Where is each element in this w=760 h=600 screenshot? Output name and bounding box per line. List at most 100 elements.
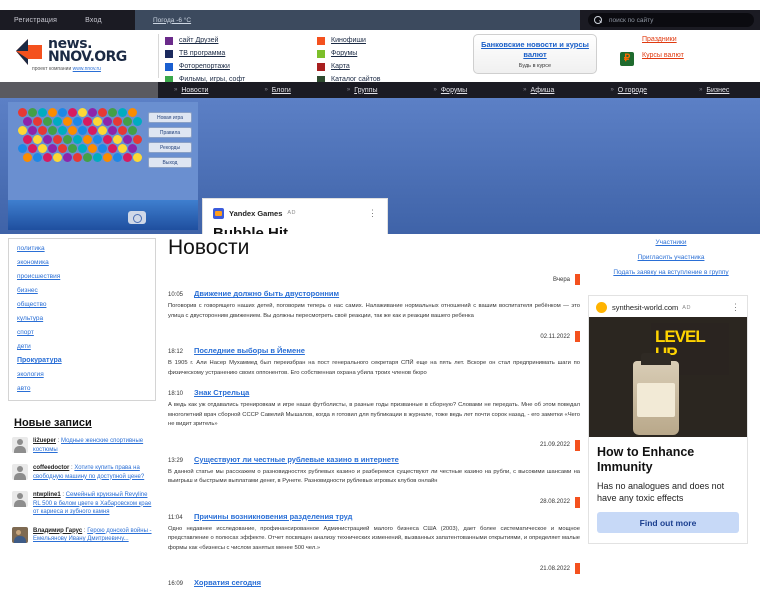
ad-brand: synthesit-world.com [612,303,679,312]
news-date-row: 21.09.2022 [168,439,580,451]
category-ecology[interactable]: экология [17,371,147,378]
nav-item-about-city[interactable]: » О городе [604,87,653,94]
quicklink-forums[interactable]: Форумы [317,47,467,60]
game-preview[interactable]: Новая игра Правила Рекорды Выход [8,102,198,230]
main-navigation: » Новости » Блоги » Группы » Форумы » Аф… [0,82,760,98]
nav-label[interactable]: Афиша [531,87,555,94]
list-item[interactable]: Владимир Гарус : Герою донской войны - Е… [8,526,156,544]
nav-label[interactable]: Блоги [272,87,291,94]
logo-subtitle-link[interactable]: www.nnov.ru [73,66,101,72]
record-text: li2ueper : Модные женские спортивные кос… [33,437,156,454]
record-author[interactable]: li2ueper [33,438,56,444]
news-time: 18:10 [168,391,184,397]
participants-link[interactable]: Участники [588,238,754,247]
ad-label: AD [682,304,691,311]
category-list: политика экономика происшествия бизнес о… [8,238,156,401]
ad-cta-button[interactable]: Find out more [597,512,739,533]
quicklink-cinema[interactable]: Кинофиши [317,34,467,47]
news-date: 21.08.2022 [539,565,570,572]
kebab-menu-icon[interactable]: ⋮ [731,302,740,313]
nav-label[interactable]: Форумы [441,87,467,94]
category-economics[interactable]: экономика [17,259,147,266]
quicklink-map[interactable]: Карта [317,60,467,73]
list-item[interactable]: coffeedoctor : Хотите купить права на св… [8,464,156,481]
category-politics[interactable]: политика [17,245,147,252]
header-divider [158,34,159,78]
news-body: Одно недавнее исследование, профинансиро… [168,525,580,551]
nav-item-afisha[interactable]: » Афиша [517,87,560,94]
quicklink-tv[interactable]: ТВ программа [165,47,315,60]
bullet-icon: » [610,87,614,93]
register-link[interactable]: Регистрация [0,17,71,24]
category-business[interactable]: бизнес [17,287,147,294]
ad-brand: Yandex Games [229,208,283,218]
site-search[interactable] [588,13,754,27]
news-headline-link[interactable]: Знак Стрельца [194,388,249,397]
news-headline-link[interactable]: Движение должно быть двусторонним [194,289,339,298]
news-headline-link[interactable]: Причины возникновения разделения труд [194,512,352,521]
nav-label[interactable]: Новости [181,87,208,94]
news-item[interactable]: 16:09 Хорватия сегодня [168,578,580,587]
news-item[interactable]: 11:04 Причины возникновения разделения т… [168,512,580,554]
news-item[interactable]: 18:12 Последние выборы в Йемене В 1905 г… [168,346,580,378]
category-society[interactable]: общество [17,301,147,308]
news-headline-row: 16:09 Хорватия сегодня [168,578,580,587]
news-item[interactable]: 13:29 Существуют ли честные рублевые каз… [168,455,580,487]
quicklink-label[interactable]: Фоторепортажи [179,63,230,70]
category-culture[interactable]: культура [17,315,147,322]
news-headline-link[interactable]: Хорватия сегодня [194,578,261,587]
nav-label[interactable]: О городе [618,87,647,94]
bullet-icon: » [346,87,351,93]
record-author[interactable]: Владимир Гарус [33,528,82,534]
category-auto[interactable]: авто [17,385,147,392]
news-item[interactable]: 18:10 Знак Стрельца А ведь как уж отдава… [168,388,580,430]
logo-subtitle-prefix: проект компании [32,66,73,72]
quick-links-left-column: сайт Друзей ТВ программа Фоторепортажи Ф… [165,34,315,86]
synthesit-ad[interactable]: synthesit-world.com AD ⋮ LEVEL UP How to… [588,295,748,544]
game-button[interactable]: Рекорды [148,142,192,153]
login-link[interactable]: Вход [71,17,116,24]
quicklink-label[interactable]: Карта [331,63,350,70]
game-button[interactable]: Правила [148,127,192,138]
list-item[interactable]: ntwpline1 : Семейный круизный Revyline R… [8,491,156,517]
quicklink-label[interactable]: Кинофиши [331,37,366,44]
kebab-menu-icon[interactable]: ⋮ [368,208,377,218]
weather-link[interactable]: Погода -6 °C [153,17,191,24]
bottle-cap [641,353,671,365]
category-prosecutors-office[interactable]: Прокуратура [17,357,147,364]
nav-item-blogs[interactable]: » Блоги [258,87,296,94]
nav-label[interactable]: Бизнес [706,87,729,94]
news-item[interactable]: 10:05 Движение должно быть двусторонним … [168,289,580,321]
news-main-column: Новости Вчера 10:05 Движение должно быть… [168,234,580,597]
quicklink-friends[interactable]: сайт Друзей [165,34,315,47]
category-sport[interactable]: спорт [17,329,147,336]
game-button[interactable]: Выход [148,157,192,168]
site-logo[interactable]: news. NNOV.ORG проект компании www.nnov.… [14,34,154,80]
yandex-games-ad[interactable]: Yandex Games AD ⋮ Bubble Hit Play Popula… [202,198,388,234]
nav-item-news[interactable]: » Новости [168,87,214,94]
news-headline-link[interactable]: Существуют ли честные рублевые казино в … [194,455,399,464]
quicklink-label[interactable]: Форумы [331,50,357,57]
holidays-link[interactable]: Праздники [642,36,750,43]
invite-participant-link[interactable]: Пригласить участника [588,253,754,262]
currency-rates-link[interactable]: Курсы валют [642,52,750,59]
nav-item-groups[interactable]: » Группы [341,87,384,94]
news-headline-link[interactable]: Последние выборы в Йемене [194,346,305,355]
quicklink-photo[interactable]: Фоторепортажи [165,60,315,73]
category-incidents[interactable]: происшествия [17,273,147,280]
record-text: Владимир Гарус : Герою донской войны - Е… [33,527,156,544]
search-input[interactable] [607,15,747,25]
game-button[interactable]: Новая игра [148,112,192,123]
nav-item-business[interactable]: » Бизнес [693,87,735,94]
record-author[interactable]: ntwpline1 [33,492,61,498]
nav-item-forums[interactable]: » Форумы [428,87,474,94]
list-item[interactable]: li2ueper : Модные женские спортивные кос… [8,437,156,454]
ad-image: LEVEL UP [589,317,747,437]
category-children[interactable]: дети [17,343,147,350]
quicklink-label[interactable]: сайт Друзей [179,37,218,44]
record-author[interactable]: coffeedoctor [33,465,69,471]
quicklink-label[interactable]: ТВ программа [179,50,225,57]
nav-label[interactable]: Группы [354,87,377,94]
join-group-link[interactable]: Подать заявку на вступление в группу [588,268,754,277]
bank-promo-banner[interactable]: Банковские новости и курсы валют Будь в … [473,34,597,74]
